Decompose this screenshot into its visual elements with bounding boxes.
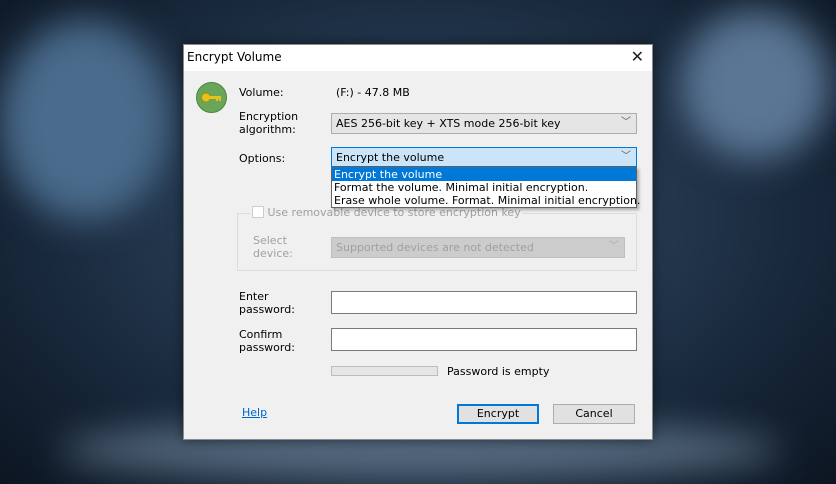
enter-password-input[interactable]	[331, 291, 637, 314]
dialog-title: Encrypt Volume	[187, 50, 282, 64]
options-dropdown-list: Encrypt the volume Format the volume. Mi…	[331, 167, 640, 208]
chevron-down-icon: ﹀	[609, 241, 619, 252]
help-link[interactable]: Help	[242, 406, 267, 419]
chevron-down-icon: ﹀	[621, 151, 631, 162]
option-item[interactable]: Encrypt the volume	[332, 168, 636, 181]
algorithm-value: AES 256-bit key + XTS mode 256-bit key	[336, 117, 561, 130]
title-bar: Encrypt Volume ✕	[184, 45, 652, 71]
options-select[interactable]: Encrypt the volume ﹀	[331, 147, 637, 167]
enter-password-label-2: password:	[239, 303, 295, 316]
device-select[interactable]: Supported devices are not detected ﹀	[331, 237, 625, 258]
options-value: Encrypt the volume	[336, 151, 445, 164]
algorithm-label-2: algorithm:	[239, 123, 296, 136]
confirm-password-label-2: password:	[239, 341, 295, 354]
cancel-button[interactable]: Cancel	[553, 404, 635, 424]
encrypt-button[interactable]: Encrypt	[457, 404, 539, 424]
device-value: Supported devices are not detected	[336, 241, 534, 254]
removable-device-checkbox[interactable]	[252, 206, 264, 218]
key-icon	[196, 82, 227, 113]
confirm-password-input[interactable]	[331, 328, 637, 351]
volume-label: Volume:	[239, 86, 284, 99]
enter-password-label-1: Enter	[239, 290, 269, 303]
option-item[interactable]: Erase whole volume. Format. Minimal init…	[332, 194, 640, 207]
algorithm-label-1: Encryption	[239, 110, 299, 123]
option-item[interactable]: Format the volume. Minimal initial encry…	[332, 181, 636, 194]
confirm-password-label-1: Confirm	[239, 328, 283, 341]
algorithm-select[interactable]: AES 256-bit key + XTS mode 256-bit key ﹀	[331, 113, 637, 134]
password-strength-bar	[331, 366, 438, 376]
password-strength-text: Password is empty	[447, 365, 550, 378]
volume-value: (F:) - 47.8 MB	[336, 86, 410, 99]
select-device-label-1: Select	[253, 234, 287, 247]
close-icon[interactable]: ✕	[631, 47, 644, 66]
select-device-label-2: device:	[253, 247, 293, 260]
encrypt-volume-dialog: Encrypt Volume ✕ Volume: (F:) - 47.8 MB …	[183, 44, 653, 440]
chevron-down-icon: ﹀	[621, 117, 631, 128]
options-label: Options:	[239, 152, 286, 165]
